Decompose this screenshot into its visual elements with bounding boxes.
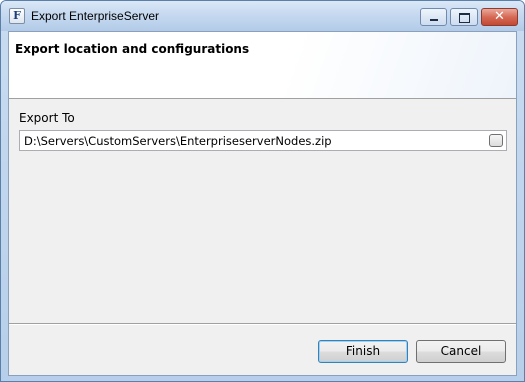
window-title: Export EnterpriseServer [31, 9, 160, 23]
title-bar[interactable]: F Export EnterpriseServer ✕ [1, 1, 524, 31]
minimize-button[interactable] [420, 8, 447, 26]
wizard-header: Export location and configurations [9, 32, 516, 99]
dialog-body: Export location and configurations Expor… [8, 31, 517, 376]
app-icon: F [9, 8, 25, 24]
maximize-icon [459, 13, 470, 23]
page-title: Export location and configurations [15, 42, 250, 56]
export-dialog-window: F Export EnterpriseServer ✕ Export locat… [0, 0, 525, 382]
close-icon: ✕ [494, 9, 505, 24]
export-to-label: Export To [19, 111, 75, 125]
button-separator [9, 323, 516, 325]
close-button[interactable]: ✕ [481, 8, 518, 26]
export-path-value[interactable]: D:\Servers\CustomServers\Enterpriseserve… [24, 134, 332, 148]
browse-button[interactable] [489, 134, 503, 147]
export-path-field[interactable]: D:\Servers\CustomServers\Enterpriseserve… [19, 130, 507, 151]
cancel-button[interactable]: Cancel [416, 340, 506, 363]
minimize-icon [430, 19, 438, 21]
finish-button[interactable]: Finish [318, 340, 408, 363]
maximize-button[interactable] [450, 8, 478, 26]
